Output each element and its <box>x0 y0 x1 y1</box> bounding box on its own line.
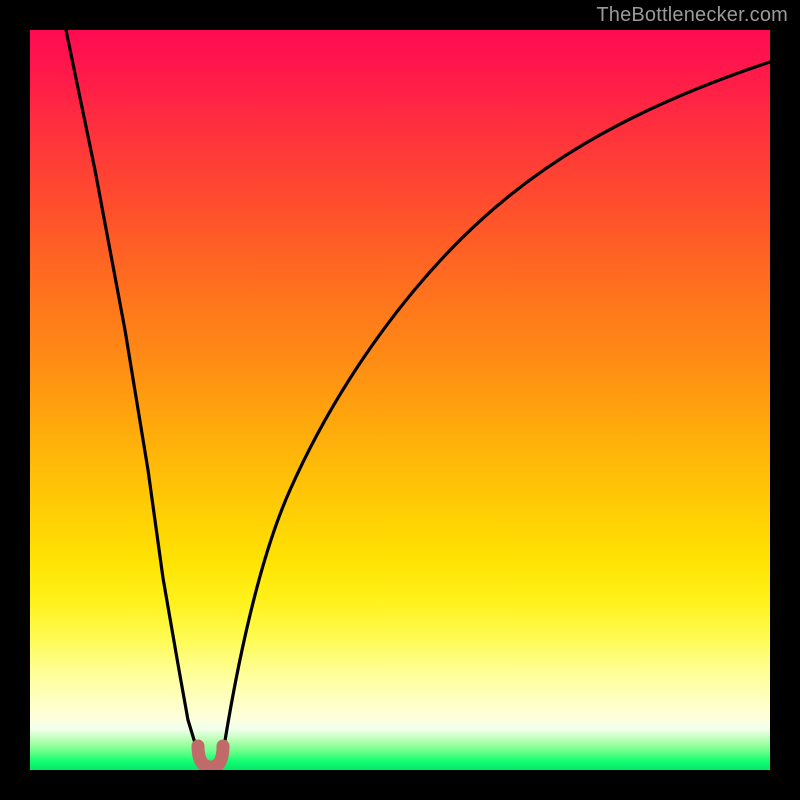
dip-marker <box>198 746 223 767</box>
bottleneck-curve-left <box>66 30 198 753</box>
curve-layer <box>30 30 770 770</box>
chart-frame: TheBottlenecker.com <box>0 0 800 800</box>
plot-area <box>30 30 770 770</box>
watermark-text: TheBottlenecker.com <box>596 4 788 27</box>
bottleneck-curve-right <box>223 62 770 753</box>
